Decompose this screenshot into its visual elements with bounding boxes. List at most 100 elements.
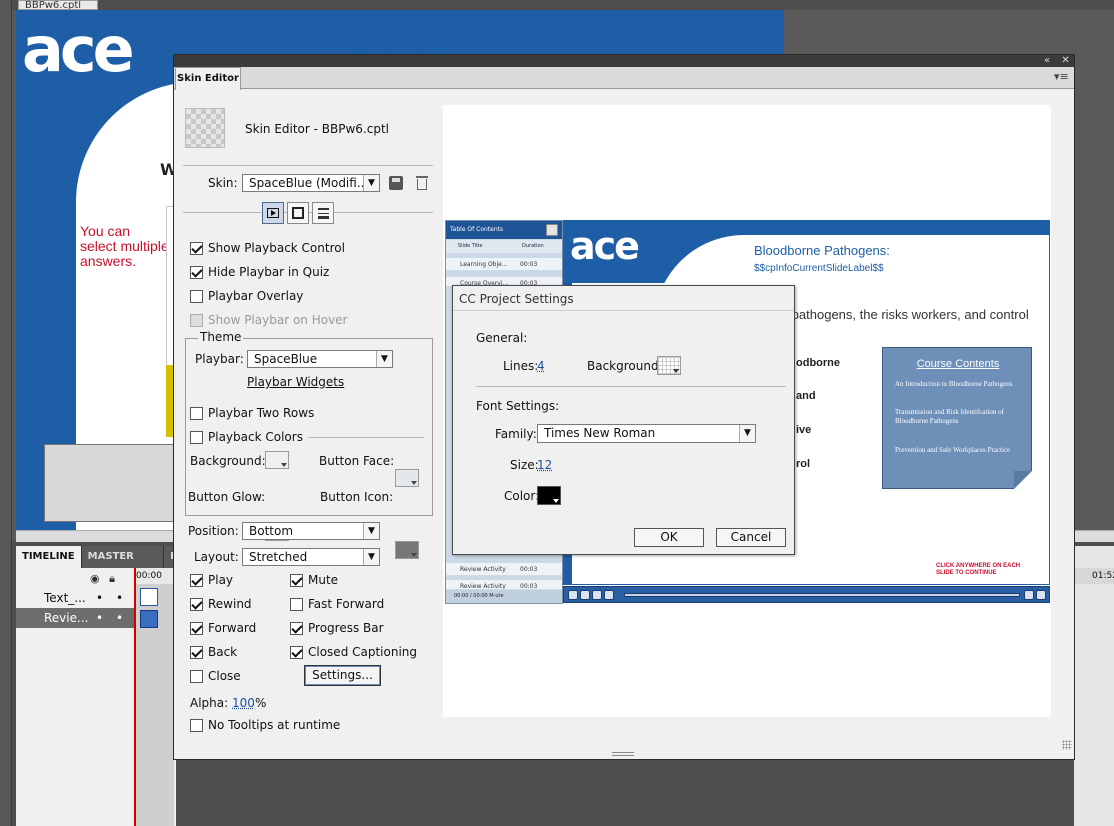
lock-icon[interactable]: 🔒︎ — [109, 572, 115, 585]
skin-thumbnail — [185, 108, 225, 148]
toc-item-title: Review Activity — [460, 566, 506, 573]
eye-icon[interactable]: ◉ — [90, 572, 100, 585]
resize-grip-icon[interactable] — [1062, 740, 1072, 750]
divider — [476, 386, 786, 387]
tab-master-slide[interactable]: MASTER SLIDE — [81, 546, 165, 584]
slide-bullet: rol — [796, 458, 811, 470]
family-label: Family: — [495, 427, 537, 441]
button-face-swatch[interactable] — [395, 469, 419, 487]
save-icon[interactable] — [389, 176, 403, 190]
panel-splitter[interactable] — [612, 752, 634, 756]
fast-forward-checkbox[interactable]: Fast Forward — [290, 596, 384, 612]
mute-checkbox[interactable]: Mute — [290, 572, 338, 588]
borders-mode-button[interactable] — [287, 202, 309, 224]
size-value[interactable]: 12 — [537, 458, 552, 472]
timeline-row-selected[interactable]: Revie... • • — [16, 608, 134, 628]
rewind-icon — [568, 590, 578, 600]
timeline-track[interactable] — [134, 568, 174, 826]
toc-mode-button[interactable] — [312, 202, 334, 224]
theme-legend: Theme — [198, 330, 244, 344]
visibility-dot-icon[interactable]: • — [96, 608, 103, 628]
cancel-button[interactable]: Cancel — [716, 528, 786, 547]
borders-icon — [292, 207, 304, 219]
review-block[interactable] — [140, 610, 158, 628]
checkbox-label: Show Playbar on Hover — [208, 313, 348, 327]
text-caption-block[interactable] — [140, 588, 158, 606]
click-to-continue-note: CLICK ANYWHERE ON EACH SLIDE TO CONTINUE — [936, 563, 1021, 576]
preview-slide-subtitle: $$cpInfoCurrentSlideLabel$$ — [754, 263, 884, 274]
tab-skin-editor[interactable]: Skin Editor — [175, 67, 241, 90]
playhead[interactable] — [134, 568, 136, 826]
play-icon — [580, 590, 590, 600]
ok-button[interactable]: OK — [634, 528, 704, 547]
closed-captioning-checkbox[interactable]: Closed Captioning — [290, 644, 417, 660]
chevron-down-icon: ▼ — [739, 425, 755, 442]
play-checkbox[interactable]: Play — [190, 572, 233, 588]
course-contents-card: Course Contents An Introduction to Blood… — [882, 347, 1032, 489]
preview-slide-title: Bloodborne Pathogens: — [754, 243, 890, 258]
font-family-select[interactable]: Times New Roman ▼ — [537, 424, 756, 443]
lock-dot-icon[interactable]: • — [116, 608, 123, 628]
skin-select[interactable]: SpaceBlue (Modifi... ▼ — [242, 174, 380, 192]
close-icon[interactable]: ✕ — [1061, 55, 1069, 66]
hide-playbar-in-quiz-checkbox[interactable]: Hide Playbar in Quiz — [190, 264, 329, 280]
lines-value[interactable]: 4 — [537, 359, 545, 373]
playbar-label: Playbar: — [195, 352, 244, 366]
position-select[interactable]: Bottom ▼ — [242, 522, 380, 540]
preview-playbar — [563, 586, 1050, 603]
back-checkbox[interactable]: Back — [190, 644, 237, 660]
background-color-swatch[interactable] — [265, 451, 289, 469]
toc-item-duration: 00:03 — [520, 261, 538, 268]
toc-icon — [318, 208, 329, 219]
playback-colors-checkbox[interactable]: Playback Colors — [190, 429, 303, 445]
lock-dot-icon[interactable]: • — [116, 588, 123, 608]
left-rail — [0, 0, 12, 826]
playbar-widgets-link[interactable]: Playbar Widgets — [247, 375, 344, 389]
checkbox-label: Closed Captioning — [308, 645, 418, 659]
toc-item: Review Activity 00:03 — [446, 580, 562, 590]
font-color-swatch[interactable] — [537, 486, 561, 505]
cc-settings-button[interactable]: Settings... — [304, 665, 381, 686]
forward-checkbox[interactable]: Forward — [190, 620, 256, 636]
checkbox-label: Forward — [208, 621, 257, 635]
mute-icon — [1024, 590, 1034, 600]
progress-bar-checkbox[interactable]: Progress Bar — [290, 620, 384, 636]
slide-bullet: odborne — [796, 357, 840, 369]
toc-col-title: Slide Title — [458, 243, 483, 249]
layout-select[interactable]: Stretched ▼ — [242, 548, 380, 566]
timeline-ruler[interactable]: 00:00 — [134, 568, 174, 584]
toc-item-title: Review Activity — [460, 583, 506, 590]
cc-background-swatch[interactable] — [657, 356, 681, 375]
playbar-select[interactable]: SpaceBlue ▼ — [247, 350, 393, 368]
timeline-row-label: Text_... — [44, 591, 86, 605]
ace-logo: ace — [570, 224, 640, 268]
panel-title-bar[interactable] — [174, 55, 1074, 67]
trash-icon[interactable] — [415, 176, 429, 191]
close-checkbox[interactable]: Close — [190, 668, 241, 684]
toc-col-duration: Duration — [522, 243, 544, 249]
position-label: Position: — [188, 524, 239, 538]
playback-mode-button[interactable] — [262, 202, 284, 224]
tab-timeline[interactable]: TIMELINE — [16, 546, 82, 568]
skin-select-value: SpaceBlue (Modifi... — [249, 176, 369, 190]
button-icon-swatch[interactable] — [395, 541, 419, 559]
playbar-overlay-checkbox[interactable]: Playbar Overlay — [190, 288, 303, 304]
playback-icon — [267, 208, 279, 218]
rewind-checkbox[interactable]: Rewind — [190, 596, 252, 612]
alpha-value[interactable]: 100 — [232, 696, 255, 710]
font-settings-label: Font Settings: — [476, 399, 560, 413]
visibility-dot-icon[interactable]: • — [96, 588, 103, 608]
show-playback-control-checkbox[interactable]: Show Playback Control — [190, 240, 345, 256]
document-tab[interactable]: BBPw6.cptl — [18, 0, 98, 10]
panel-menu-icon[interactable]: ▾≡ — [1054, 70, 1069, 83]
feedback-box[interactable] — [44, 444, 184, 522]
toc-item: Review Activity 00:03 — [446, 563, 562, 576]
slide-bullet: and — [796, 390, 816, 402]
playbar-two-rows-checkbox[interactable]: Playbar Two Rows — [190, 405, 314, 421]
button-glow-label: Button Glow: — [188, 490, 266, 504]
size-label: Size: — [510, 458, 539, 472]
timeline-row[interactable]: Text_... • • — [16, 588, 134, 608]
alpha-label: Alpha: — [190, 696, 229, 710]
collapse-icon[interactable]: « — [1044, 55, 1050, 66]
no-tooltips-checkbox[interactable]: No Tooltips at runtime — [190, 717, 340, 733]
